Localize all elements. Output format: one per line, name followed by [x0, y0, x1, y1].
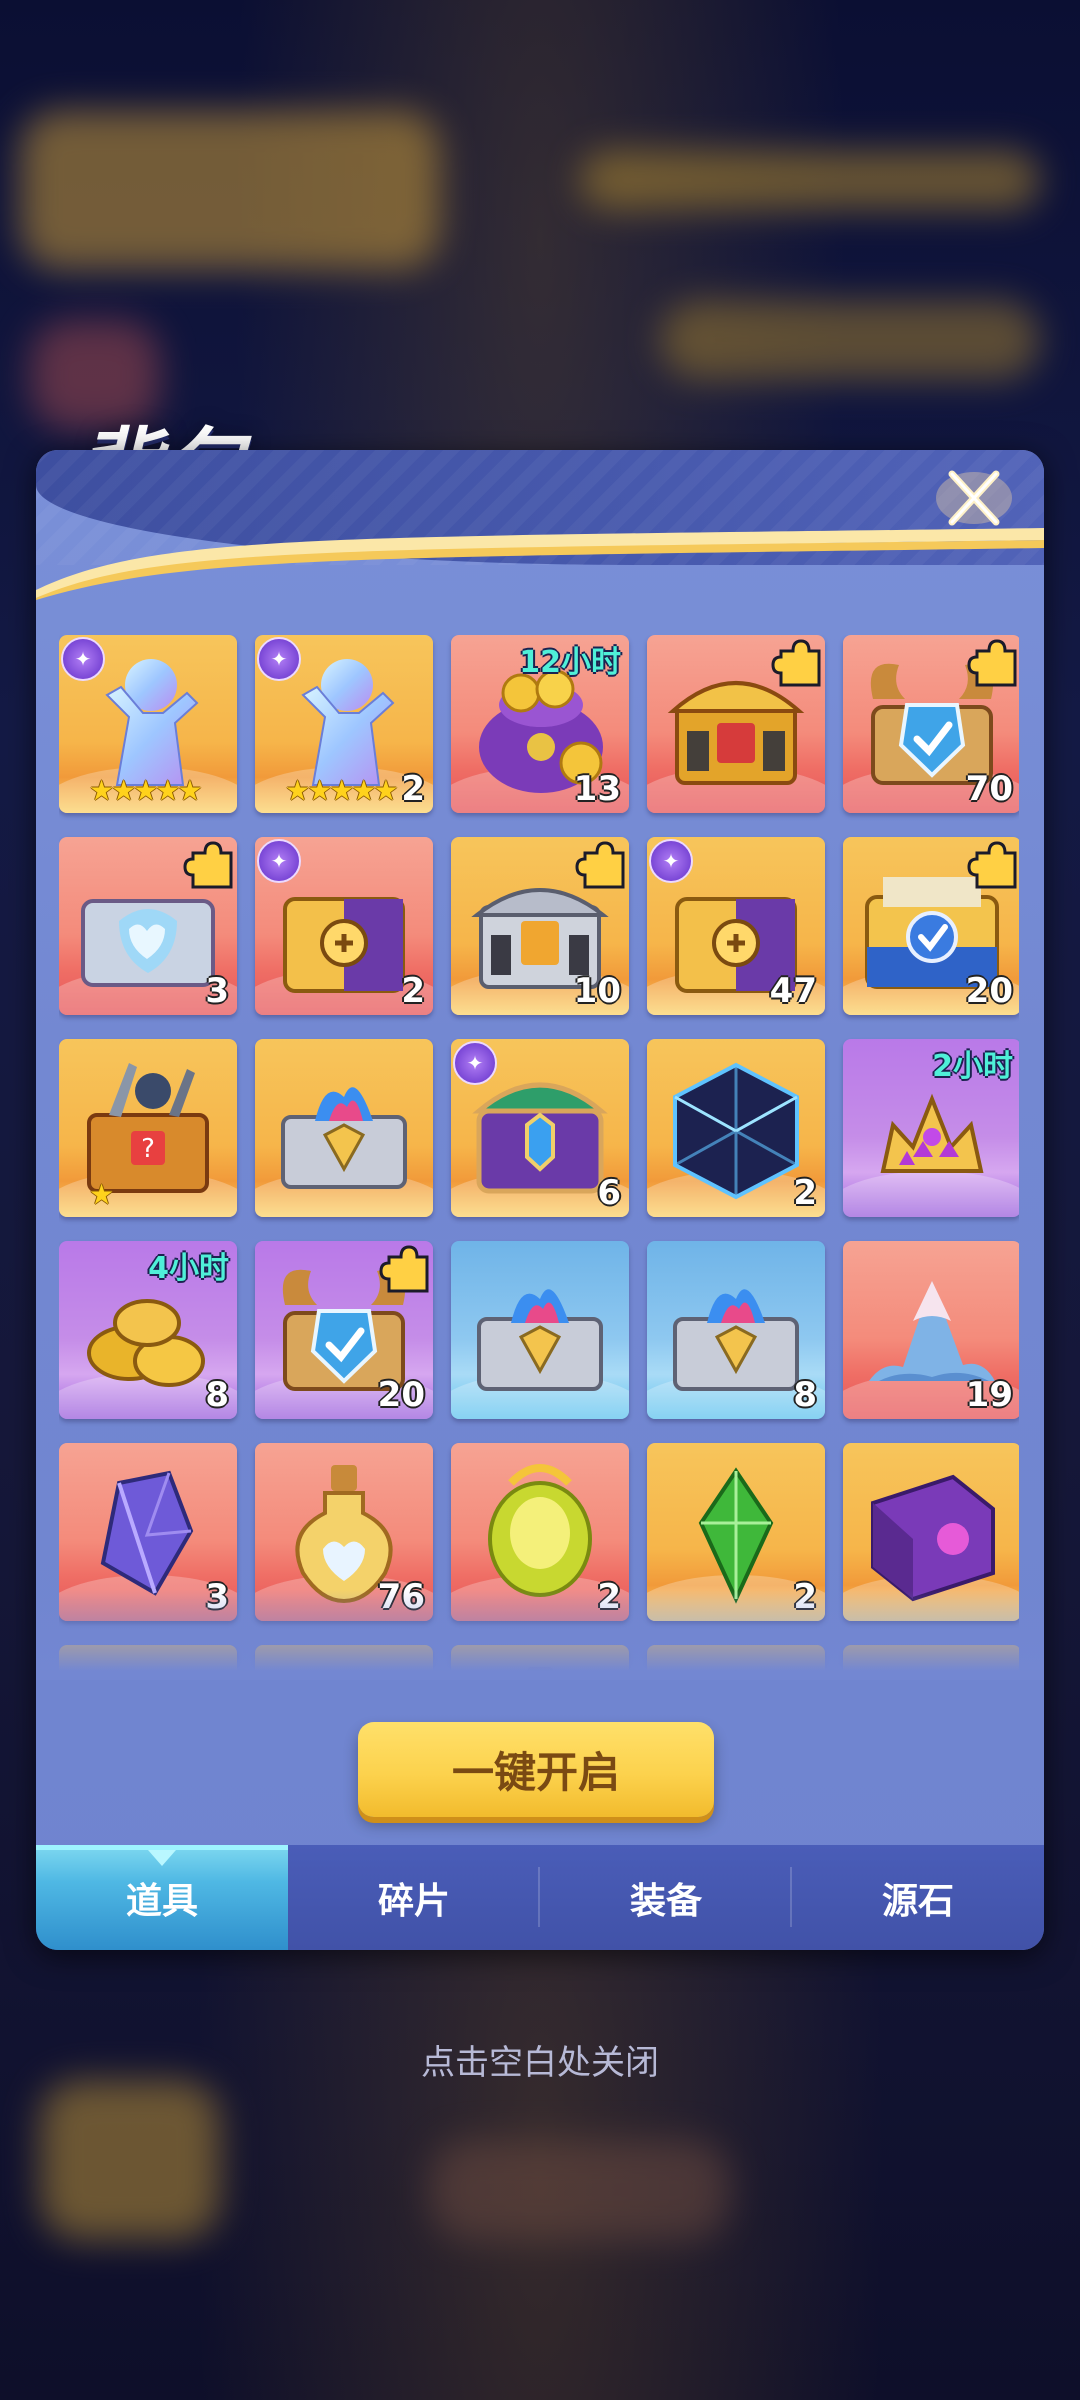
- tab-fragments[interactable]: 碎片: [288, 1845, 540, 1950]
- inventory-item-purple-gold-chest-b[interactable]: ✦ 47: [647, 837, 825, 1015]
- crystal-icon: [354, 1672, 368, 1675]
- inventory-item-partial-item-1[interactable]: [59, 1645, 237, 1675]
- rarity-badge-icon: ✦: [257, 839, 301, 883]
- inventory-item-purple-book[interactable]: [843, 1443, 1019, 1621]
- item-count: 19: [965, 1375, 1013, 1415]
- header-gold-stripe: [36, 528, 1044, 600]
- inventory-item-heart-chest-fragment[interactable]: 3: [59, 837, 237, 1015]
- item-count: 8: [793, 1375, 817, 1415]
- rarity-badge-icon: ✦: [61, 637, 105, 681]
- open-all-button[interactable]: 一键开启: [358, 1722, 714, 1817]
- item-count: 76: [377, 1577, 425, 1617]
- inventory-item-dark-cube[interactable]: 2: [647, 1039, 825, 1217]
- puzzle-fragment-icon: [967, 639, 1017, 687]
- item-grid[interactable]: ✦ ★★★★★ ✦ ★★★★★ 2 12小时 13 70 3 ✦ 2 10 ✦ 47 20? ★ ✦ 6 2 2小时 4…: [59, 635, 1019, 1675]
- item-count: 20: [377, 1375, 425, 1415]
- item-count: 2: [793, 1173, 817, 1213]
- item-count: 2: [597, 1577, 621, 1617]
- bottom-tabs: 道具 碎片 装备 源石: [36, 1845, 1044, 1950]
- inventory-item-golden-chest-fragment[interactable]: [647, 635, 825, 813]
- inventory-item-partial-item-5[interactable]: [843, 1645, 1019, 1675]
- potion-icon: [527, 1667, 553, 1675]
- inventory-item-purple-gold-chest[interactable]: ✦ 2: [255, 837, 433, 1015]
- item-count: 2: [401, 769, 425, 809]
- inventory-item-purple-crystal[interactable]: 3: [59, 1443, 237, 1621]
- close-hint[interactable]: 点击空白处关闭: [0, 2035, 1080, 2084]
- item-count: 10: [573, 971, 621, 1011]
- inventory-item-blue-flame-chest[interactable]: 8: [647, 1241, 825, 1419]
- coins-icon: [843, 1645, 1019, 1675]
- chest-fire-icon: [281, 1087, 407, 1189]
- star-rating: ★★★★★: [285, 774, 399, 807]
- timer-label: 2小时: [932, 1049, 1013, 1084]
- inventory-item-horned-chest-fragment[interactable]: 70: [843, 635, 1019, 813]
- item-count: 47: [769, 971, 817, 1011]
- tab-equipment[interactable]: 装备: [540, 1845, 792, 1950]
- inventory-item-crystal-hero-4star[interactable]: ✦ ★★★★★: [59, 635, 237, 813]
- tab-label: 碎片: [377, 1880, 450, 1922]
- inventory-item-blue-shield-chest-fragment[interactable]: 20: [843, 837, 1019, 1015]
- timer-label: 12小时: [519, 645, 621, 680]
- item-count: 2: [793, 1577, 817, 1617]
- inventory-item-green-gem[interactable]: 2: [647, 1443, 825, 1621]
- inventory-item-blue-fire-chest[interactable]: [451, 1241, 629, 1419]
- puzzle-fragment-icon: [771, 639, 821, 687]
- tab-items[interactable]: 道具: [36, 1845, 288, 1950]
- rarity-badge-icon: ✦: [649, 839, 693, 883]
- item-count: 6: [597, 1173, 621, 1213]
- inventory-item-heart-potion[interactable]: 76: [255, 1443, 433, 1621]
- inventory-item-silver-chest-fragment[interactable]: 10: [451, 837, 629, 1015]
- background-blob: [660, 300, 1040, 380]
- background-blob: [40, 2080, 220, 2240]
- item-count: 70: [965, 769, 1013, 809]
- tab-label: 源石: [881, 1880, 954, 1922]
- item-count: 2: [401, 971, 425, 1011]
- svg-text:?: ?: [141, 1134, 155, 1164]
- inventory-item-partial-item-3[interactable]: [451, 1645, 629, 1675]
- puzzle-fragment-icon: [183, 841, 233, 889]
- inventory-item-partial-item-2[interactable]: [255, 1645, 433, 1675]
- backpack-panel: ✦ ★★★★★ ✦ ★★★★★ 2 12小时 13 70 3 ✦ 2 10 ✦ 47 20? ★ ✦ 6 2 2小时 4…: [36, 450, 1044, 1950]
- puzzle-fragment-icon: [379, 1245, 429, 1293]
- tab-label: 道具: [125, 1880, 198, 1922]
- book-icon: [871, 1474, 995, 1602]
- green-gem-icon: [732, 1669, 740, 1675]
- puzzle-fragment-icon: [967, 841, 1017, 889]
- inventory-item-crystal-hero-4star-b[interactable]: ✦ ★★★★★ 2: [255, 635, 433, 813]
- timer-label: 4小时: [148, 1251, 229, 1286]
- inventory-item-partial-item-4[interactable]: [647, 1645, 825, 1675]
- item-count: 8: [205, 1375, 229, 1415]
- inventory-item-fire-chest[interactable]: [255, 1039, 433, 1217]
- item-count: 3: [205, 971, 229, 1011]
- puzzle-fragment-icon: [575, 841, 625, 889]
- item-count: 20: [965, 971, 1013, 1011]
- inventory-item-crystal-mountain[interactable]: 19: [843, 1241, 1019, 1419]
- background-blob: [580, 150, 1040, 210]
- inventory-item-purple-gem-crowns[interactable]: 2小时: [843, 1039, 1019, 1217]
- inventory-item-weapon-chest[interactable]: ? ★: [59, 1039, 237, 1217]
- close-icon: [936, 470, 1012, 526]
- inventory-item-golden-egg[interactable]: 2: [451, 1443, 629, 1621]
- star-rating: ★: [89, 1178, 114, 1211]
- tab-label: 装备: [629, 1880, 702, 1922]
- chest-red-icon: [59, 1645, 237, 1675]
- item-count: 13: [573, 769, 621, 809]
- tab-source-stone[interactable]: 源石: [792, 1845, 1044, 1950]
- inventory-item-horned-purple-chest-fragment[interactable]: 20: [255, 1241, 433, 1419]
- close-button[interactable]: [934, 458, 1014, 538]
- inventory-item-gold-coins[interactable]: 4小时 8: [59, 1241, 237, 1419]
- star-rating: ★★★★★: [89, 774, 203, 807]
- item-count: 3: [205, 1577, 229, 1617]
- rarity-badge-icon: ✦: [257, 637, 301, 681]
- inventory-item-coin-bag[interactable]: 12小时 13: [451, 635, 629, 813]
- background-blob: [430, 2140, 730, 2240]
- chest-weapons-icon: ?: [87, 1063, 209, 1193]
- chest-fire-icon: [477, 1289, 603, 1391]
- background-blob: [20, 110, 440, 270]
- inventory-item-element-chest[interactable]: ✦ 6: [451, 1039, 629, 1217]
- rarity-badge-icon: ✦: [453, 1041, 497, 1085]
